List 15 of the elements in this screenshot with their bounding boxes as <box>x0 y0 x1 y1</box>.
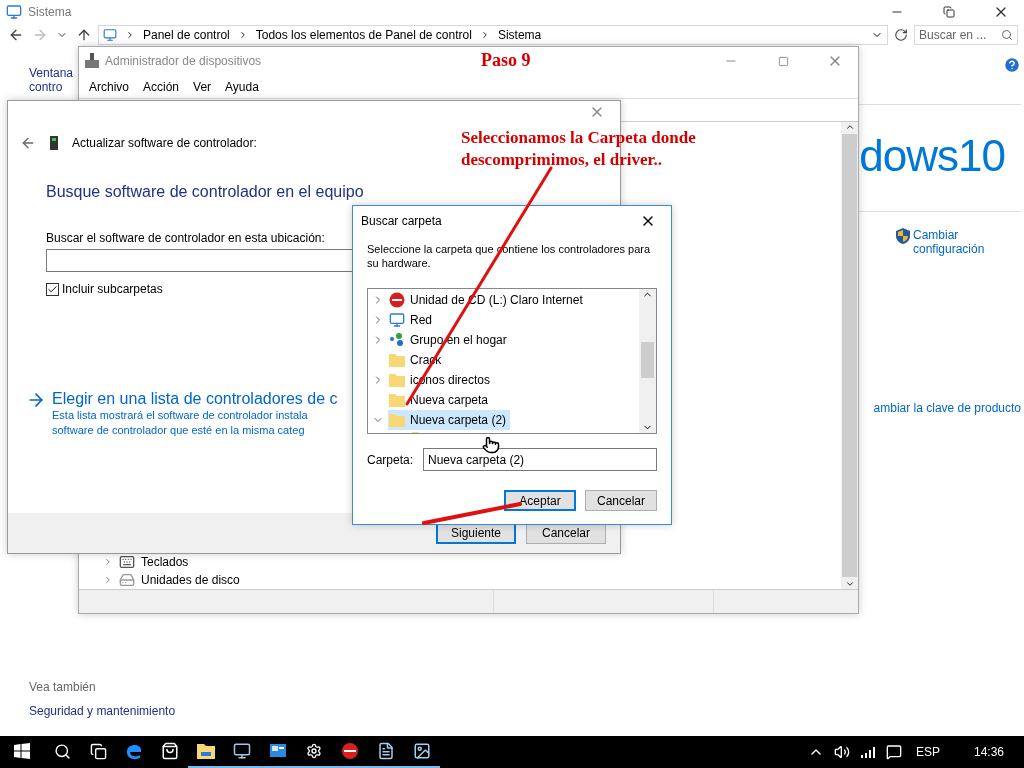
link-description: software de controlador que esté en la misma categ <box>52 423 305 438</box>
annotation-note: Seleccionamos la Carpeta donde descomprimimos, el driver.. <box>461 127 697 171</box>
field-label: Buscar el software de controlador en esta ubicación: <box>46 231 325 245</box>
dialog-title: Buscar carpeta <box>361 214 442 228</box>
window-title: Administrador de dispositivos <box>105 54 262 68</box>
wizard-header: Actualizar software de controlador: <box>72 136 257 150</box>
link-description: Esta lista mostrará el software de controlador instala <box>52 408 308 423</box>
window-title: Sistema <box>28 5 72 19</box>
checkbox-label: Incluir subcarpetas <box>62 282 163 296</box>
field-label: Carpeta: <box>367 452 414 467</box>
clock: 14:36 <box>973 745 1004 759</box>
language-indicator: ESP <box>915 745 940 759</box>
step-label: Paso 9 <box>481 50 531 71</box>
wizard-heading: Busque software de controlador en el equipo <box>46 183 364 201</box>
section-title: Vea también <box>29 680 96 694</box>
